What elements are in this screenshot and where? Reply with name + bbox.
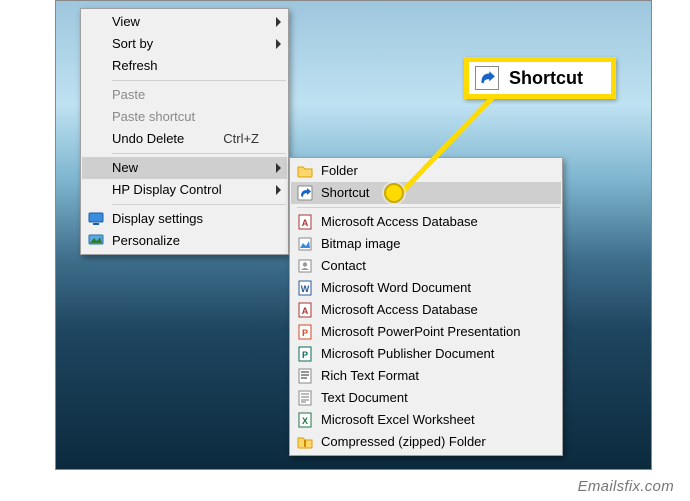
chevron-right-icon bbox=[276, 185, 281, 195]
menu-label: Rich Text Format bbox=[321, 368, 419, 383]
menu-item-personalize[interactable]: Personalize bbox=[82, 230, 287, 252]
separator bbox=[297, 207, 560, 208]
access-icon: A bbox=[297, 214, 313, 230]
separator bbox=[112, 80, 286, 81]
keyboard-shortcut: Ctrl+Z bbox=[223, 128, 259, 150]
menu-item-view[interactable]: View bbox=[82, 11, 287, 33]
menu-label: Microsoft Excel Worksheet bbox=[321, 412, 475, 427]
menu-label: Display settings bbox=[112, 211, 203, 226]
menu-label: Microsoft Access Database bbox=[321, 214, 478, 229]
menu-label: Undo Delete bbox=[112, 131, 184, 146]
folder-icon bbox=[297, 163, 313, 179]
submenu-item-excel[interactable]: X Microsoft Excel Worksheet bbox=[291, 409, 561, 431]
menu-item-paste: Paste bbox=[82, 84, 287, 106]
submenu-item-word[interactable]: W Microsoft Word Document bbox=[291, 277, 561, 299]
submenu-item-access-2[interactable]: A Microsoft Access Database bbox=[291, 299, 561, 321]
callout-shortcut: Shortcut bbox=[464, 57, 616, 99]
svg-text:A: A bbox=[302, 306, 309, 316]
access-icon: A bbox=[297, 302, 313, 318]
publisher-icon: P bbox=[297, 346, 313, 362]
svg-text:P: P bbox=[302, 350, 308, 360]
menu-label: Paste shortcut bbox=[112, 109, 195, 124]
menu-label: Microsoft Access Database bbox=[321, 302, 478, 317]
menu-label: Folder bbox=[321, 163, 358, 178]
desktop-context-menu: View Sort by Refresh Paste Paste shortcu… bbox=[80, 8, 289, 255]
annotation-dot bbox=[384, 183, 404, 203]
menu-label: Bitmap image bbox=[321, 236, 400, 251]
separator bbox=[112, 153, 286, 154]
chevron-right-icon bbox=[276, 17, 281, 27]
submenu-item-folder[interactable]: Folder bbox=[291, 160, 561, 182]
menu-label: Personalize bbox=[112, 233, 180, 248]
menu-item-refresh[interactable]: Refresh bbox=[82, 55, 287, 77]
menu-label: Compressed (zipped) Folder bbox=[321, 434, 486, 449]
shortcut-arrow-icon bbox=[297, 185, 313, 201]
menu-item-display-settings[interactable]: Display settings bbox=[82, 208, 287, 230]
menu-item-undo-delete[interactable]: Undo Delete Ctrl+Z bbox=[82, 128, 287, 150]
submenu-item-zip[interactable]: Compressed (zipped) Folder bbox=[291, 431, 561, 453]
menu-label: View bbox=[112, 14, 140, 29]
menu-label: Shortcut bbox=[321, 185, 369, 200]
menu-label: Paste bbox=[112, 87, 145, 102]
menu-label: Microsoft Publisher Document bbox=[321, 346, 494, 361]
submenu-item-powerpoint[interactable]: P Microsoft PowerPoint Presentation bbox=[291, 321, 561, 343]
menu-label: Sort by bbox=[112, 36, 153, 51]
submenu-item-bitmap[interactable]: Bitmap image bbox=[291, 233, 561, 255]
menu-label: New bbox=[112, 160, 138, 175]
personalize-icon bbox=[88, 233, 104, 249]
menu-label: HP Display Control bbox=[112, 182, 222, 197]
menu-label: Refresh bbox=[112, 58, 158, 73]
watermark: Emailsfix.com bbox=[578, 478, 674, 495]
word-icon: W bbox=[297, 280, 313, 296]
chevron-right-icon bbox=[276, 163, 281, 173]
submenu-item-contact[interactable]: Contact bbox=[291, 255, 561, 277]
submenu-item-publisher[interactable]: P Microsoft Publisher Document bbox=[291, 343, 561, 365]
svg-text:A: A bbox=[302, 218, 309, 228]
zip-icon bbox=[297, 434, 313, 450]
contact-icon bbox=[297, 258, 313, 274]
chevron-right-icon bbox=[276, 39, 281, 49]
bitmap-icon bbox=[297, 236, 313, 252]
monitor-icon bbox=[88, 211, 104, 227]
svg-text:X: X bbox=[302, 416, 308, 426]
rtf-icon bbox=[297, 368, 313, 384]
text-icon bbox=[297, 390, 313, 406]
excel-icon: X bbox=[297, 412, 313, 428]
submenu-item-shortcut[interactable]: Shortcut bbox=[291, 182, 561, 204]
submenu-item-rtf[interactable]: Rich Text Format bbox=[291, 365, 561, 387]
separator bbox=[112, 204, 286, 205]
menu-label: Contact bbox=[321, 258, 366, 273]
callout-label: Shortcut bbox=[509, 68, 583, 89]
new-submenu: Folder Shortcut A Microsoft Access Datab… bbox=[289, 157, 563, 456]
menu-label: Text Document bbox=[321, 390, 408, 405]
menu-item-new[interactable]: New bbox=[82, 157, 287, 179]
menu-label: Microsoft Word Document bbox=[321, 280, 471, 295]
powerpoint-icon: P bbox=[297, 324, 313, 340]
submenu-item-access[interactable]: A Microsoft Access Database bbox=[291, 211, 561, 233]
menu-item-sort-by[interactable]: Sort by bbox=[82, 33, 287, 55]
svg-text:W: W bbox=[301, 284, 310, 294]
menu-item-paste-shortcut: Paste shortcut bbox=[82, 106, 287, 128]
submenu-item-text[interactable]: Text Document bbox=[291, 387, 561, 409]
shortcut-arrow-icon bbox=[475, 66, 499, 90]
menu-label: Microsoft PowerPoint Presentation bbox=[321, 324, 520, 339]
svg-text:P: P bbox=[302, 328, 308, 338]
menu-item-hp-display-control[interactable]: HP Display Control bbox=[82, 179, 287, 201]
